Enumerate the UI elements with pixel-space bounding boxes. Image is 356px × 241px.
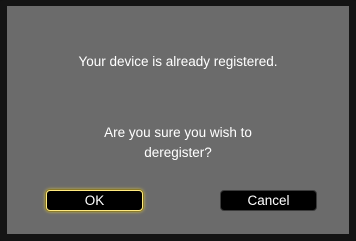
ok-button[interactable]: OK: [46, 190, 143, 211]
confirm-question: Are you sure you wish to deregister?: [7, 123, 349, 163]
confirm-question-line-2: deregister?: [144, 145, 212, 160]
screen-frame: Your device is already registered. Are y…: [0, 0, 356, 241]
deregister-confirm-dialog: Your device is already registered. Are y…: [7, 6, 349, 234]
cancel-button[interactable]: Cancel: [220, 190, 317, 211]
confirm-question-line-1: Are you sure you wish to: [104, 125, 252, 140]
already-registered-message: Your device is already registered.: [78, 54, 278, 69]
